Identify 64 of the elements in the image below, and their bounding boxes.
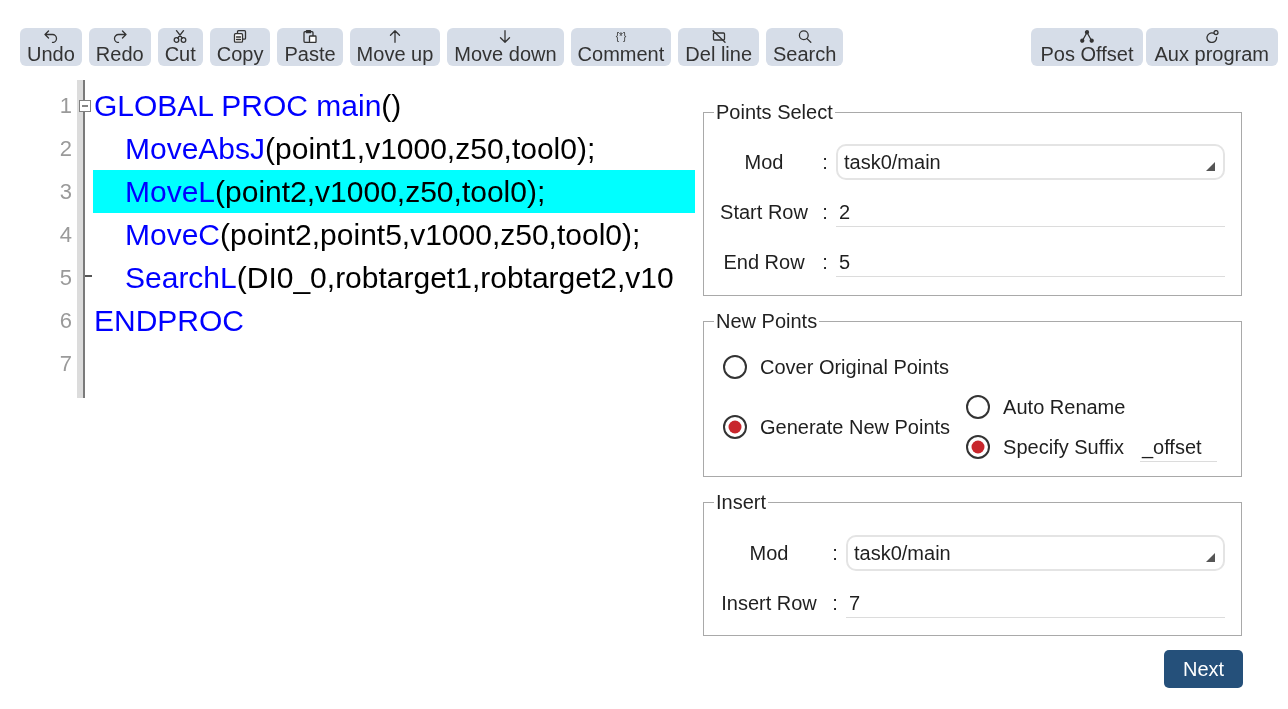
toolbar-button[interactable]: Redo [88, 28, 151, 66]
line-number: 5 [58, 264, 73, 292]
group-title: New Points [715, 310, 819, 332]
toolbar-button[interactable]: Pos Offset [1031, 28, 1143, 66]
text-field[interactable]: 2 [836, 197, 1225, 227]
toolbar-button[interactable]: Move up [349, 28, 441, 66]
field-label: Insert Row [720, 591, 818, 615]
line-number: 7 [58, 350, 73, 378]
text-field[interactable]: 5 [836, 247, 1225, 277]
line-number: 4 [58, 221, 73, 249]
undo-icon [43, 30, 58, 43]
down-arrow-icon [498, 30, 513, 43]
scissors-icon [173, 30, 188, 43]
up-arrow-icon [387, 30, 402, 43]
field-label: End Row [722, 250, 806, 274]
code-line: MoveC(point2,point5,v1000,z50,tool0); [124, 217, 642, 253]
toolbar-button[interactable]: Cut [157, 28, 203, 66]
group-title: Points Select [715, 101, 834, 123]
text-field[interactable]: 7 [846, 588, 1225, 618]
ring-dot-icon [1204, 30, 1219, 43]
toolbar-button[interactable]: {*} Comment [570, 28, 672, 66]
line-number: 3 [58, 178, 73, 206]
dropdown[interactable]: task0/main [836, 144, 1225, 180]
line-number: 2 [58, 135, 73, 163]
copy-icon [233, 30, 248, 43]
clipboard-icon [303, 30, 318, 43]
field-label: Mod [748, 541, 790, 565]
line-number: 1 [58, 92, 73, 120]
field-separator: : [821, 250, 829, 274]
radio-button[interactable]: Specify Suffix [966, 435, 1124, 459]
corner-triangle-icon [1206, 162, 1215, 171]
field-separator: : [821, 200, 829, 224]
nodes-icon [1080, 30, 1094, 43]
suffix-field[interactable]: _offset [1139, 432, 1217, 462]
redo-icon [112, 30, 127, 43]
braces-asterisk-icon: {*} [615, 30, 627, 43]
group-title: Insert [715, 491, 768, 513]
corner-triangle-icon [1206, 553, 1215, 562]
crossed-rectangle-icon [711, 30, 726, 43]
code-line: ENDPROC [93, 303, 245, 339]
field-separator: : [821, 150, 829, 174]
toolbar-button[interactable]: Copy [209, 28, 271, 66]
toolbar-button[interactable]: Aux program [1145, 28, 1278, 66]
field-separator: : [831, 541, 839, 565]
line-number: 6 [58, 307, 73, 335]
radio-button[interactable]: Generate New Points [723, 415, 951, 439]
toolbar-button[interactable]: Del line [678, 28, 759, 66]
code-line: SearchL(DI0_0,robtarget1,robtarget2,v10 [124, 260, 675, 296]
next-button[interactable]: Next [1164, 650, 1243, 688]
radio-button[interactable]: Cover Original Points [723, 355, 949, 379]
dropdown[interactable]: task0/main [846, 535, 1225, 571]
toolbar-button[interactable]: Paste [277, 28, 343, 66]
toolbar-button[interactable]: Move down [447, 28, 564, 66]
field-label: Mod [743, 150, 785, 174]
toolbar-button[interactable]: Undo [20, 28, 82, 66]
code-line: MoveAbsJ(point1,v1000,z50,tool0); [124, 131, 597, 167]
search-icon [797, 30, 812, 43]
toolbar-button[interactable]: Search [766, 28, 844, 66]
field-separator: : [831, 591, 839, 615]
field-label: Start Row [719, 200, 809, 224]
fold-toggle-icon[interactable] [79, 99, 91, 112]
radio-button[interactable]: Auto Rename [966, 395, 1126, 419]
fold-end-icon [85, 274, 92, 277]
code-line: GLOBAL PROC main() [93, 88, 403, 124]
